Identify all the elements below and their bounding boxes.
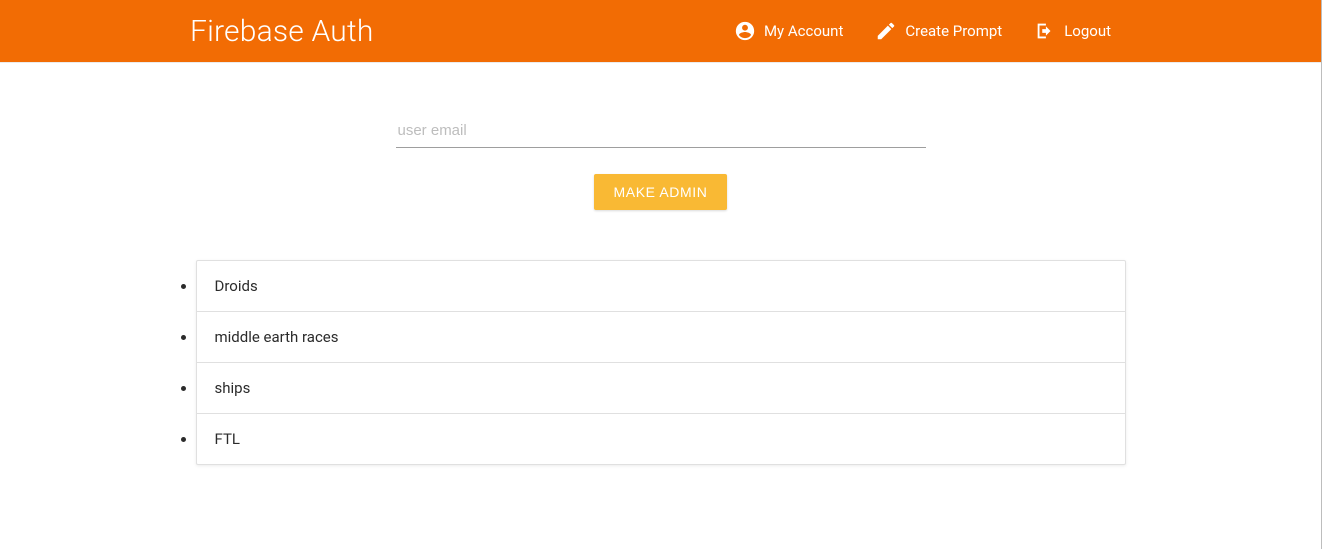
nav-logout-label: Logout [1064, 22, 1111, 40]
list-item[interactable]: FTL [197, 414, 1125, 464]
prompt-list: Droids middle earth races ships FTL [196, 260, 1126, 465]
list-item[interactable]: ships [197, 363, 1125, 414]
list-item[interactable]: middle earth races [197, 312, 1125, 363]
nav-create-prompt[interactable]: Create Prompt [875, 20, 1002, 42]
list-item-title: middle earth races [215, 328, 339, 346]
account-circle-icon [734, 20, 756, 42]
list-item[interactable]: Droids [197, 261, 1125, 312]
list-item-title: Droids [215, 277, 258, 295]
main-content: Make Admin Droids middle earth races shi… [196, 62, 1126, 465]
make-admin-button[interactable]: Make Admin [594, 174, 728, 210]
nav-my-account-label: My Account [764, 22, 843, 40]
pencil-icon [875, 20, 897, 42]
nav-my-account[interactable]: My Account [734, 20, 843, 42]
logout-icon [1034, 20, 1056, 42]
user-email-input[interactable] [396, 112, 926, 148]
nav-logout[interactable]: Logout [1034, 20, 1111, 42]
nav-links: My Account Create Prompt Logout [734, 20, 1321, 42]
list-item-title: FTL [215, 430, 240, 448]
list-item-title: ships [215, 379, 251, 397]
brand-title[interactable]: Firebase Auth [190, 14, 374, 49]
navbar: Firebase Auth My Account Create Prompt L… [0, 0, 1321, 62]
email-input-wrap [396, 112, 926, 148]
nav-create-prompt-label: Create Prompt [905, 22, 1002, 40]
make-admin-form: Make Admin [396, 112, 926, 210]
